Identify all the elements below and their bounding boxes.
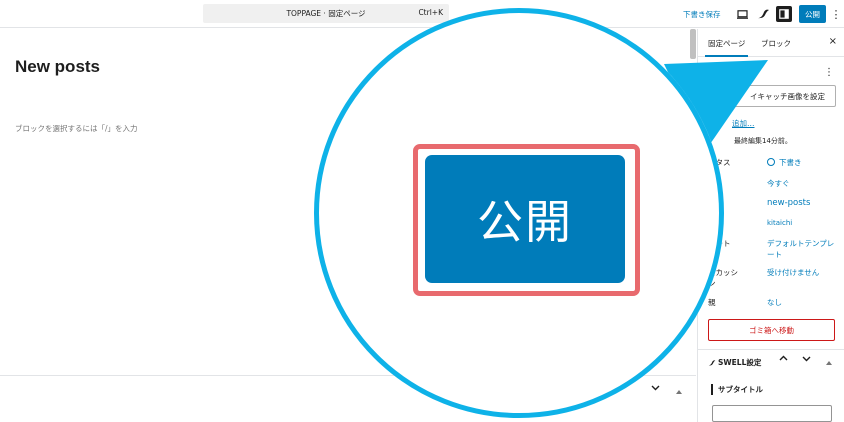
zoomed-publish-button[interactable]: 公開 <box>425 155 625 283</box>
zoom-callout: ン 公開 <box>0 0 844 422</box>
